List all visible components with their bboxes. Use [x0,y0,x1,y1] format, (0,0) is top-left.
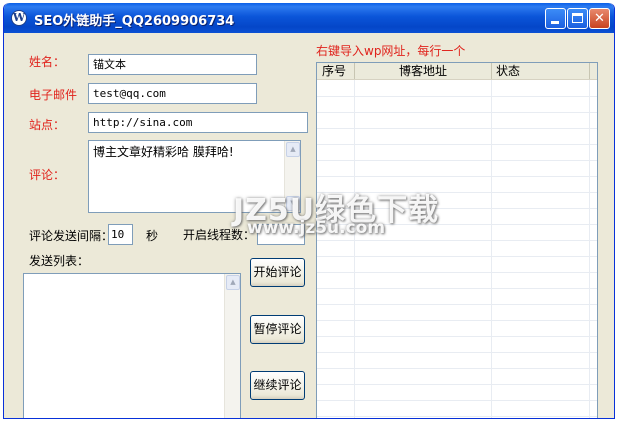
site-input[interactable]: http://sina.com [88,112,308,133]
scroll-down-icon[interactable]: ▼ [286,196,300,211]
table-column-line [589,80,590,418]
threads-label: 开启线程数： [183,228,256,242]
close-icon: ✕ [594,11,605,26]
table-row-line [317,272,597,273]
send-list-scrollbar[interactable]: ▲ [224,274,240,418]
interval-unit: 秒 [146,229,159,243]
send-list-label: 发送列表： [29,254,90,268]
minimize-icon [551,21,559,24]
table-row-line [317,400,597,401]
email-input[interactable]: test@qq.com [88,83,257,104]
app-window: W SEO外链助手_QQ2609906734 ✕ 姓名： 锚文本 电子邮件 te… [3,3,615,419]
import-hint: 右键导入wp网址，每行一个 [316,44,466,58]
table-row-line [317,112,597,113]
column-header-url[interactable]: 博客地址 [355,63,492,79]
scroll-up-icon[interactable]: ▲ [286,142,300,157]
table-row-line [317,160,597,161]
column-header-status[interactable]: 状态 [492,63,590,79]
table-row-line [317,384,597,385]
comment-scrollbar[interactable]: ▲ ▼ [284,141,300,212]
table-row-line [317,256,597,257]
title-bar[interactable]: W SEO外链助手_QQ2609906734 ✕ [4,3,614,33]
send-list-box[interactable]: ▲ [23,273,241,418]
table-column-line [354,80,355,418]
table-row-line [317,144,597,145]
maximize-button[interactable] [567,8,588,29]
threads-input[interactable] [257,224,305,245]
table-row-line [317,336,597,337]
resume-comment-button[interactable]: 继续评论 [250,371,305,400]
name-label: 姓名： [29,55,66,69]
table-row-line [317,320,597,321]
table-row-line [317,192,597,193]
email-label: 电子邮件 [29,88,78,102]
interval-input[interactable]: 10 [108,224,133,245]
comment-textarea[interactable]: 博主文章好精彩哈 膜拜哈! ▲ ▼ [88,140,301,213]
minimize-button[interactable] [545,8,566,29]
interval-label: 评论发送间隔： [29,229,114,243]
table-row-line [317,224,597,225]
table-row-line [317,240,597,241]
table-row-line [317,208,597,209]
table-row-line [317,352,597,353]
table-row-line [317,416,597,417]
table-header: 序号 博客地址 状态 [317,63,597,80]
site-label: 站点： [29,118,66,132]
wordpress-icon: W [11,10,27,26]
table-row-line [317,128,597,129]
comment-label: 评论： [29,168,66,182]
start-comment-button[interactable]: 开始评论 [250,258,305,287]
close-button[interactable]: ✕ [589,8,610,29]
table-row-line [317,368,597,369]
table-row-line [317,304,597,305]
table-row-line [317,288,597,289]
column-header-index[interactable]: 序号 [317,63,355,79]
table-row-line [317,96,597,97]
table-column-line [491,80,492,418]
table-row-line [317,176,597,177]
comment-text: 博主文章好精彩哈 膜拜哈! [93,145,234,159]
blog-list-table[interactable]: 序号 博客地址 状态 [316,62,598,418]
name-input[interactable]: 锚文本 [88,54,257,75]
window-title: SEO外链助手_QQ2609906734 [34,14,235,29]
pause-comment-button[interactable]: 暂停评论 [250,315,305,344]
maximize-icon [572,13,583,23]
client-area: 姓名： 锚文本 电子邮件 test@qq.com 站点： http://sina… [7,33,611,418]
scroll-up-icon[interactable]: ▲ [226,275,240,290]
